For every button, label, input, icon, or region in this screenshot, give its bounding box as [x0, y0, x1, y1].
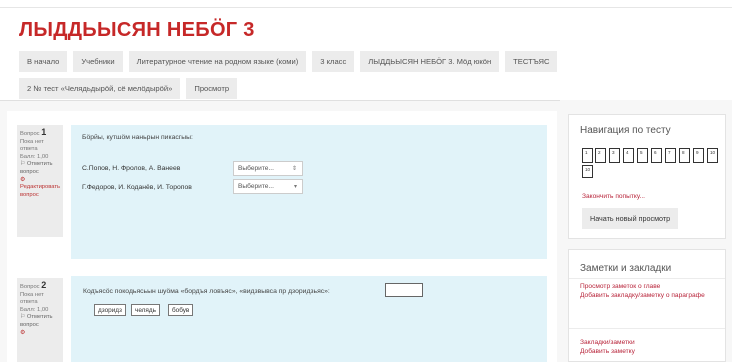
divider [0, 100, 560, 101]
question-info-1: Вопрос 1 Пока нет ответа Балл: 1,00 ⚐ От… [17, 125, 63, 237]
nav-question-button[interactable]: 2 [595, 148, 606, 163]
add-bookmark-link[interactable]: Добавить закладку/заметку о параграфе [580, 291, 710, 300]
edit-question-link[interactable]: ⚙ Редактировать вопрос [20, 177, 60, 200]
select-value: Выберите... [238, 183, 274, 190]
question-number: 1 [41, 127, 47, 137]
breadcrumb-row-1: В начало Учебники Литературное чтение на… [19, 51, 579, 72]
flag-icon: ⚐ [20, 161, 26, 168]
breadcrumb-home[interactable]: В начало [19, 51, 68, 72]
gear-icon: ⚙ [20, 176, 26, 183]
question-1-body: Бӧрйы, кутшӧм наньрын пикасгыы: С.Попов,… [71, 125, 547, 259]
drag-choice[interactable]: челядь [131, 304, 160, 316]
page-title: ЛЫДДЬЫСЯН НЕБӦГ 3 [19, 19, 255, 41]
breadcrumb-quiz[interactable]: 2 № тест «Челядьдырӧй, сё мелӧдырӧй» [19, 78, 181, 99]
question-text: Бӧрйы, кутшӧм наньрын пикасгыы: [82, 134, 193, 141]
nav-question-button[interactable]: 10 [707, 148, 718, 163]
flag-question-label: Отметить вопрос [20, 161, 53, 175]
question-label: Вопрос [20, 284, 40, 290]
nav-question-button[interactable]: 7 [665, 148, 676, 163]
match-select[interactable]: Выберите... ⇕ [233, 161, 303, 176]
add-note-link[interactable]: Добавить заметку [580, 347, 635, 356]
bookmarks-notes-link[interactable]: Закладки/заметки [580, 338, 635, 347]
select-value: Выберите... [238, 165, 274, 172]
divider [569, 278, 725, 279]
question-status: Пока нет ответа [20, 291, 44, 306]
flag-icon: ⚐ [20, 314, 26, 321]
top-strip [0, 0, 732, 8]
notes-bookmarks-title: Заметки и закладки [580, 263, 672, 274]
flag-question-link[interactable]: ⚐ Отметить вопрос [20, 314, 60, 329]
edit-question-label: Редактировать вопрос [20, 184, 61, 198]
nav-question-button[interactable]: 3 [609, 148, 620, 163]
breadcrumb-grade[interactable]: 3 класс [312, 51, 355, 72]
gear-icon[interactable]: ⚙ [20, 330, 60, 338]
flag-question-label: Отметить вопрос [20, 314, 53, 328]
question-2-body: Кодъясӧс покодьясьын шуӧма «бордъя ловъя… [71, 276, 547, 362]
drag-choice[interactable]: дзоридз [94, 304, 126, 316]
notes-bookmarks-block: Заметки и закладки Просмотр заметок о гл… [568, 249, 726, 362]
breadcrumb-row-2: 2 № тест «Челядьдырӧй, сё мелӧдырӧй» Про… [19, 78, 579, 99]
chevron-down-icon: ▾ [293, 184, 297, 190]
chevron-updown-icon: ⇕ [291, 166, 297, 172]
start-new-preview-button[interactable]: Начать новый просмотр [582, 208, 679, 229]
quiz-navigation-title: Навигация по тесту [580, 125, 671, 136]
match-select[interactable]: Выберите... ▾ [233, 179, 303, 194]
breadcrumb: В начало Учебники Литературное чтение на… [19, 51, 579, 105]
nav-question-button[interactable]: 8 [679, 148, 690, 163]
question-label: Вопрос [20, 131, 40, 137]
question-info-2: Вопрос 2 Пока нет ответа Балл: 1,00 ⚐ От… [17, 278, 63, 362]
view-chapter-notes-link[interactable]: Просмотр заметок о главе [580, 282, 720, 291]
divider [569, 328, 725, 329]
nav-question-button[interactable]: 10 [582, 165, 593, 178]
nav-question-button[interactable]: 6 [651, 148, 662, 163]
nav-question-button[interactable]: 5 [637, 148, 648, 163]
breadcrumb-preview[interactable]: Просмотр [186, 78, 238, 99]
drop-target-box[interactable] [385, 283, 423, 297]
nav-question-button[interactable]: 4 [623, 148, 634, 163]
finish-attempt-link[interactable]: Закончить попытку... [582, 192, 645, 201]
nav-question-button[interactable]: 9 [693, 148, 704, 163]
breadcrumb-textbooks[interactable]: Учебники [73, 51, 123, 72]
breadcrumb-course[interactable]: Литературное чтение на родном языке (ком… [128, 51, 307, 72]
breadcrumb-book-part[interactable]: ЛЫДДЬЫСЯН НЕБӦГ 3. Мӧд юкӧн [360, 51, 500, 72]
quiz-navigation-block: Навигация по тесту 1 2 3 4 5 6 7 8 9 10 … [568, 114, 726, 239]
flag-question-link[interactable]: ⚐ Отметить вопрос [20, 161, 60, 176]
drag-choice[interactable]: бобув [168, 304, 194, 316]
breadcrumb-tests[interactable]: ТЕСТЪЯС [505, 51, 558, 72]
question-status: Пока нет ответа [20, 138, 44, 153]
match-row-label: С.Попов, Н. Фролов, А. Ванеев [82, 165, 181, 172]
question-number-line: Вопрос 1 [20, 127, 60, 139]
question-number: 2 [41, 280, 47, 290]
match-row-label: Г.Федоров, И. Коданёв, И. Торопов [82, 184, 192, 191]
question-number-line: Вопрос 2 [20, 280, 60, 292]
question-text: Кодъясӧс покодьясьын шуӧма «бордъя ловъя… [83, 288, 330, 295]
nav-question-button[interactable]: 1 [582, 148, 593, 163]
